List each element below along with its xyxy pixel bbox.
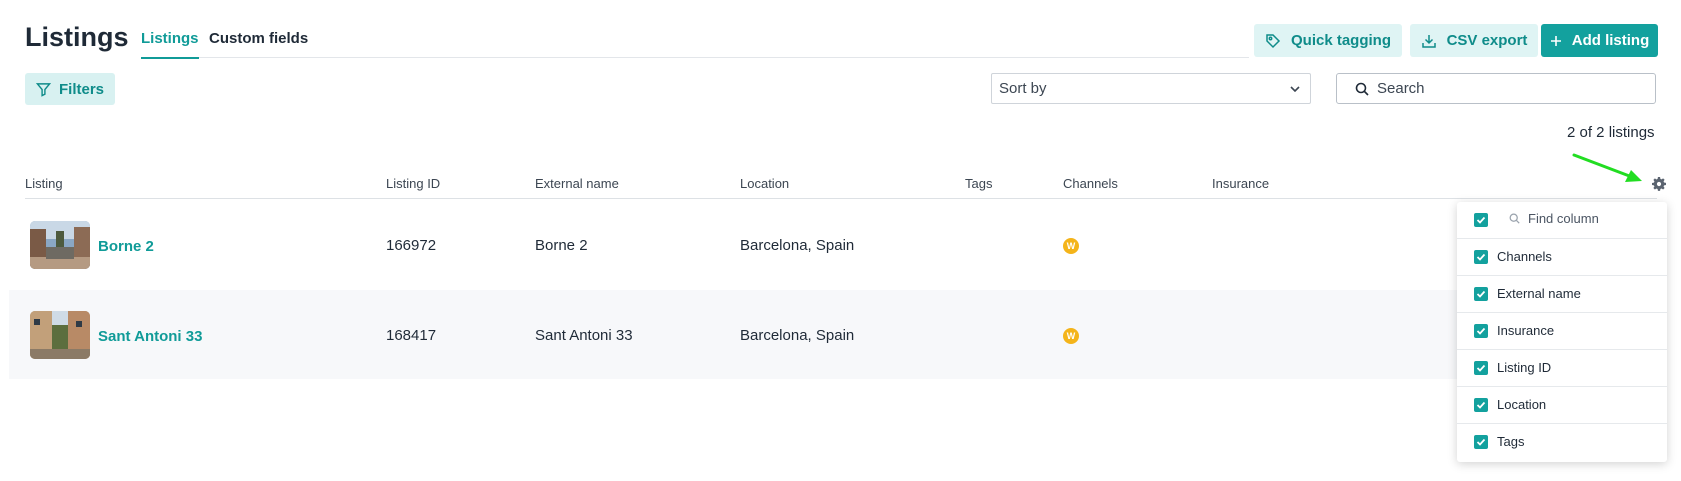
listing-thumbnail[interactable] [30, 311, 90, 359]
column-option-tags[interactable]: Tags [1457, 424, 1667, 461]
quick-tagging-button[interactable]: Quick tagging [1254, 24, 1402, 57]
column-checkbox[interactable] [1474, 435, 1488, 449]
location-cell: Barcelona, Spain [740, 237, 855, 254]
column-header-insurance[interactable]: Insurance [1212, 176, 1269, 191]
listing-id-cell: 166972 [386, 237, 437, 254]
column-option-channels[interactable]: Channels [1457, 239, 1667, 276]
table-header-divider [25, 198, 1657, 199]
column-checkbox[interactable] [1474, 324, 1488, 338]
download-icon [1421, 34, 1436, 48]
external-name-cell: Sant Antoni 33 [535, 327, 633, 344]
listing-name-link[interactable]: Sant Antoni 33 [98, 328, 202, 345]
column-option-location[interactable]: Location [1457, 387, 1667, 424]
tab-custom-fields[interactable]: Custom fields [209, 30, 308, 47]
add-listing-button[interactable]: Add listing [1541, 24, 1658, 57]
column-option-insurance[interactable]: Insurance [1457, 313, 1667, 350]
column-settings-gear-icon[interactable] [1652, 177, 1666, 191]
search-box[interactable] [1336, 73, 1656, 104]
tab-bar: Listings Custom fields [141, 0, 1249, 59]
channel-badge: W [1063, 238, 1079, 254]
column-option-label: Insurance [1497, 323, 1555, 338]
column-chooser-search-row [1457, 202, 1667, 239]
column-option-label: Tags [1497, 434, 1525, 449]
csv-export-button[interactable]: CSV export [1410, 24, 1538, 57]
filters-label: Filters [58, 80, 104, 98]
table-row[interactable]: Borne 2 166972 Borne 2 Barcelona, Spain … [9, 200, 1469, 289]
column-option-label: Channels [1497, 249, 1552, 264]
channel-badge: W [1063, 328, 1079, 344]
column-header-location[interactable]: Location [740, 176, 789, 191]
column-header-listing[interactable]: Listing [25, 176, 63, 191]
listing-thumbnail[interactable] [30, 221, 90, 269]
column-checkbox[interactable] [1474, 361, 1488, 375]
column-option-external-name[interactable]: External name [1457, 276, 1667, 313]
csv-export-label: CSV export [1446, 32, 1528, 49]
annotation-arrow-icon [1572, 153, 1642, 182]
find-column-input[interactable] [1526, 210, 1650, 227]
page-title: Listings [25, 22, 129, 52]
column-checkbox[interactable] [1474, 398, 1488, 412]
chevron-down-icon [1290, 85, 1300, 92]
filters-button[interactable]: Filters [25, 73, 115, 105]
column-option-label: Location [1497, 397, 1547, 412]
column-header-listing-id[interactable]: Listing ID [386, 176, 440, 191]
search-icon [1509, 213, 1520, 224]
quick-tagging-label: Quick tagging [1290, 32, 1391, 49]
column-checkbox[interactable] [1474, 287, 1488, 301]
column-option-label: External name [1497, 286, 1581, 301]
search-icon [1355, 82, 1369, 96]
column-header-channels[interactable]: Channels [1063, 176, 1118, 191]
plus-icon [1550, 35, 1561, 46]
column-checkbox[interactable] [1474, 250, 1488, 264]
tab-listings[interactable]: Listings [141, 30, 199, 59]
sort-by-select[interactable]: Sort by [991, 73, 1311, 104]
column-option-listing-id[interactable]: Listing ID [1457, 350, 1667, 387]
add-listing-label: Add listing [1571, 32, 1650, 49]
column-option-label: Listing ID [1497, 360, 1552, 375]
external-name-cell: Borne 2 [535, 237, 588, 254]
listing-id-cell: 168417 [386, 327, 437, 344]
column-header-external-name[interactable]: External name [535, 176, 619, 191]
location-cell: Barcelona, Spain [740, 327, 855, 344]
column-chooser-panel: Channels External name Insurance Listing… [1457, 202, 1667, 462]
search-input[interactable] [1375, 79, 1649, 98]
table-row[interactable]: Sant Antoni 33 168417 Sant Antoni 33 Bar… [9, 290, 1469, 379]
listing-name-link[interactable]: Borne 2 [98, 238, 154, 255]
tag-icon [1266, 33, 1281, 48]
listing-count: 2 of 2 listings [1567, 124, 1655, 141]
column-header-tags[interactable]: Tags [965, 176, 992, 191]
select-all-checkbox[interactable] [1474, 213, 1488, 227]
sort-by-label: Sort by [999, 80, 1047, 97]
filter-icon [35, 82, 51, 97]
find-column-box[interactable] [1509, 210, 1650, 227]
